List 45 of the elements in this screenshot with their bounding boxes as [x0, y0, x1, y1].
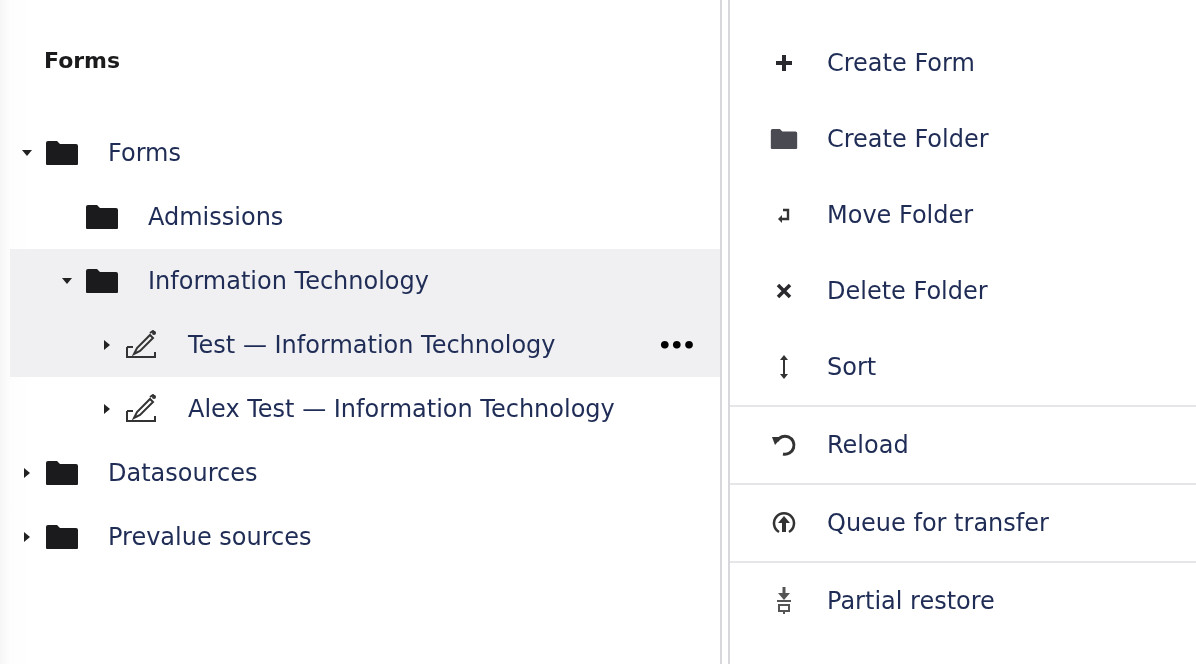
menu-item[interactable]: Sort [730, 329, 1196, 405]
return-arrow-icon [777, 207, 791, 223]
menu-item[interactable]: Move Folder [730, 177, 1196, 253]
tree-item-label: Admissions [148, 203, 284, 231]
vertical-arrows-icon [778, 354, 790, 380]
folder-icon [85, 268, 119, 294]
tree-item[interactable]: Alex Test — Information Technology [10, 377, 720, 441]
tree-item-label: Datasources [108, 459, 258, 487]
pencil-form-icon [125, 330, 159, 360]
tree-item-label: Test — Information Technology [188, 331, 556, 359]
tree-item[interactable]: Datasources [10, 441, 720, 505]
menu-item[interactable]: Create Folder [730, 101, 1196, 177]
menu-item[interactable]: Create Form [730, 25, 1196, 101]
reload-icon [771, 432, 797, 458]
tree-item[interactable]: Information Technology [10, 249, 720, 313]
caret-down-icon[interactable] [22, 148, 32, 158]
tree-item-label: Forms [108, 139, 181, 167]
tree-item-label: Information Technology [148, 267, 429, 295]
more-actions-button[interactable]: ••• [655, 332, 696, 358]
tree-item[interactable]: Admissions [10, 185, 720, 249]
pencil-form-icon [125, 394, 159, 424]
menu-item[interactable]: Queue for transfer [730, 485, 1196, 561]
menu-item[interactable]: Delete Folder [730, 253, 1196, 329]
tree-item[interactable]: Prevalue sources [10, 505, 720, 569]
menu-item[interactable]: Reload [730, 407, 1196, 483]
caret-right-icon[interactable] [102, 404, 112, 414]
plus-icon [774, 53, 794, 73]
tree-item[interactable]: Test — Information Technology ••• [10, 313, 720, 377]
caret-right-icon[interactable] [22, 532, 32, 542]
caret-right-icon[interactable] [102, 340, 112, 350]
caret-right-icon[interactable] [22, 468, 32, 478]
tree-item[interactable]: Forms [10, 121, 720, 185]
caret-down-icon[interactable] [62, 276, 72, 286]
panel-heading: Forms [43, 47, 122, 75]
folder-icon [770, 128, 798, 150]
tree-item-label: Prevalue sources [108, 523, 312, 551]
folder-icon [45, 140, 79, 166]
folder-icon [45, 460, 79, 486]
close-icon [776, 283, 792, 299]
menu-item[interactable]: Partial restore [730, 563, 1196, 639]
folder-icon [45, 524, 79, 550]
folder-icon [85, 204, 119, 230]
download-tray-icon [775, 587, 793, 615]
tree-item-label: Alex Test — Information Technology [188, 395, 615, 423]
upload-circle-icon [771, 510, 797, 536]
